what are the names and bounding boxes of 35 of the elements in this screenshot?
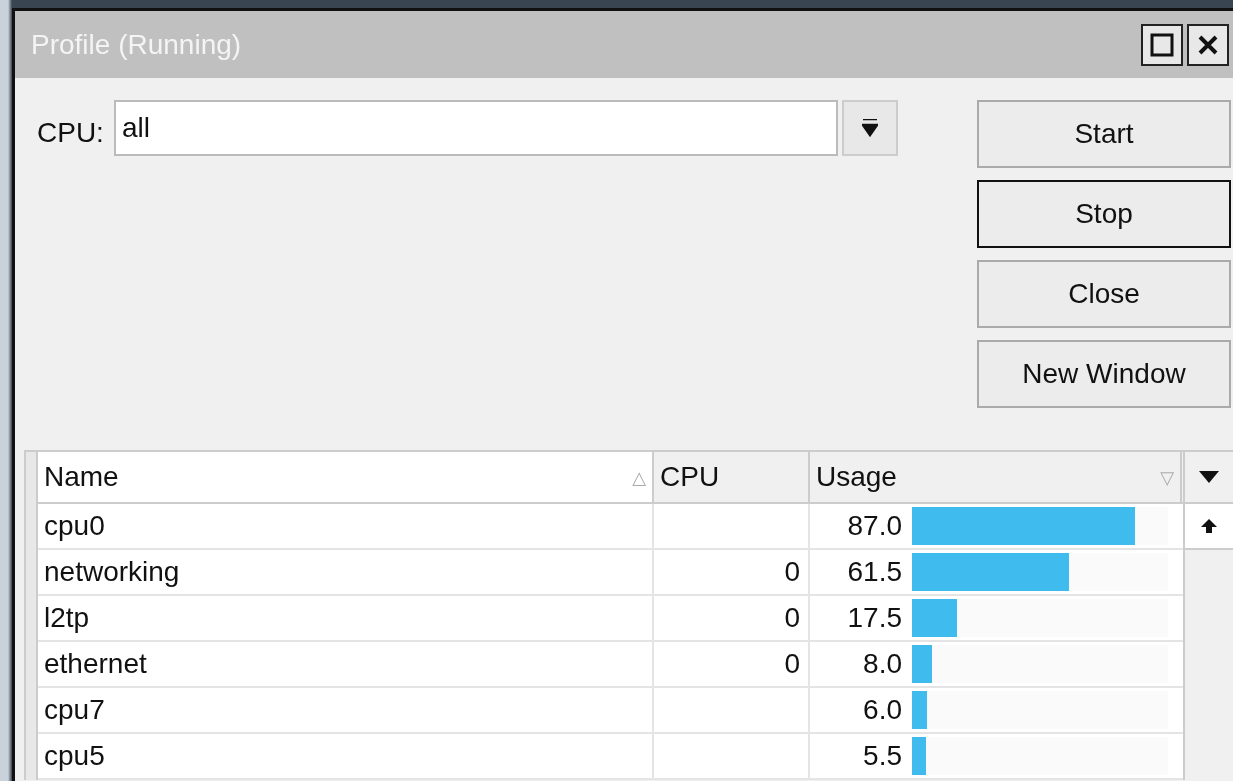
column-header[interactable]: CPU — [660, 456, 802, 498]
arrow-up-icon — [1201, 519, 1217, 533]
table-cell-text: 0 — [784, 555, 800, 589]
table-cell-text: 0 — [784, 601, 800, 635]
column-header[interactable]: Usage — [816, 456, 1161, 498]
action-button[interactable]: New Window — [977, 340, 1231, 408]
table-cell-text: ethernet — [44, 647, 147, 681]
table-cell-text: cpu7 — [44, 693, 105, 727]
cpu-field[interactable]: all — [113, 100, 838, 156]
table-cell-text: 5.5 — [862, 739, 902, 773]
table-cell-text: cpu0 — [44, 509, 105, 543]
table-cell-text: 61.5 — [846, 555, 902, 589]
close-button[interactable] — [1187, 23, 1229, 66]
table-cell-text: networking — [44, 555, 180, 589]
maximize-button[interactable] — [1141, 23, 1183, 66]
sort-indicator: △ — [632, 465, 646, 490]
close-icon — [1197, 33, 1219, 56]
arrow-down-icon — [861, 119, 878, 137]
sort-indicator: ▽ — [1160, 465, 1174, 490]
table-cell-text: 0 — [784, 647, 800, 681]
column-header[interactable]: Name — [44, 456, 633, 498]
table-cell-text: 6.0 — [862, 693, 902, 727]
scroll-up-button[interactable] — [1185, 504, 1233, 550]
triangle-down-icon — [1199, 471, 1219, 483]
table-cell-text: l2tp — [44, 601, 90, 635]
cpu-label: CPU: — [37, 116, 104, 150]
action-button[interactable]: Close — [977, 260, 1231, 328]
action-button[interactable]: Stop — [977, 180, 1231, 248]
action-button[interactable]: Start — [977, 100, 1231, 168]
dropdown-button[interactable] — [841, 100, 898, 156]
table-cell-text: cpu5 — [44, 739, 105, 773]
maximize-icon — [1149, 31, 1175, 58]
table-cell-text: 17.5 — [846, 601, 902, 635]
table-cell-text: 87.0 — [846, 509, 902, 543]
table-cell-text: 8.0 — [862, 647, 902, 681]
